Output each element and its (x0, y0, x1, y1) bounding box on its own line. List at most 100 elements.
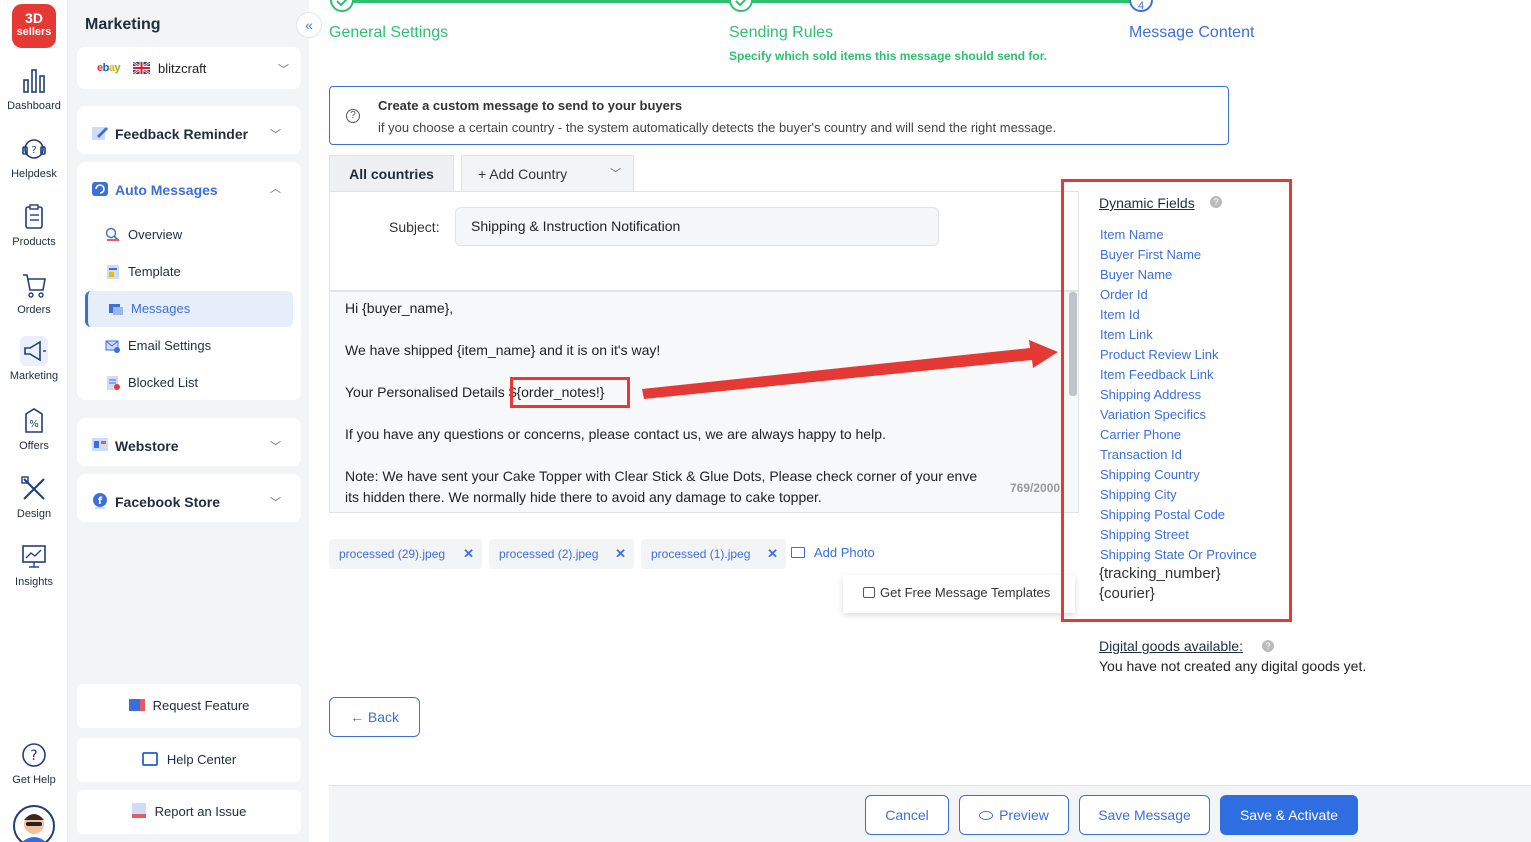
attachment-chip[interactable]: processed (29).jpeg ✕ (329, 539, 482, 569)
uk-flag-icon (133, 62, 150, 74)
attachment-chip[interactable]: processed (2).jpeg ✕ (489, 539, 634, 569)
sidebar-item-template[interactable]: Template (85, 254, 293, 290)
megaphone-icon (20, 336, 48, 366)
help-icon[interactable]: ? (1210, 196, 1222, 208)
section-auto-messages: Auto Messages ︿ Overview Template Messag… (77, 162, 301, 400)
dynamic-field-link[interactable]: Buyer Name (1100, 267, 1172, 282)
section-facebook-store[interactable]: f Facebook Store ﹀ (77, 474, 301, 522)
rail-insights[interactable]: Insights (0, 542, 68, 588)
template-icon (107, 265, 119, 279)
sidebar-item-blocked-list[interactable]: Blocked List (85, 365, 293, 401)
rail-helpdesk[interactable]: ? Helpdesk (0, 134, 68, 180)
dynamic-field-link[interactable]: Item Feedback Link (1100, 367, 1213, 382)
sidebar-item-overview[interactable]: Overview (85, 217, 293, 253)
chevron-down-icon: ﹀ (270, 129, 281, 141)
account-selector[interactable]: ebay blitzcraft ﹀ (77, 47, 301, 89)
dynamic-token[interactable]: {tracking_number} (1099, 565, 1221, 582)
auto-messages-header[interactable]: Auto Messages (115, 182, 218, 198)
sidebar-item-email-settings[interactable]: Email Settings (85, 328, 293, 364)
dynamic-field-link[interactable]: Shipping Street (1100, 527, 1189, 542)
secondary-sidebar: Marketing « ebay blitzcraft ﹀ Feedback R… (68, 0, 322, 842)
section-webstore[interactable]: Webstore ﹀ (77, 418, 301, 466)
eye-icon (979, 811, 994, 820)
subject-input[interactable]: Shipping & Instruction Notification (455, 207, 939, 246)
preview-button[interactable]: Preview (959, 795, 1069, 835)
sidebar-item-messages[interactable]: Messages (85, 291, 293, 327)
headset-icon: ? (22, 139, 46, 159)
message-body-editor[interactable]: Hi {buyer_name}, We have shipped {item_n… (329, 291, 1079, 513)
add-photo-button[interactable]: Add Photo (791, 545, 875, 560)
arrow-left-icon: ← (349, 709, 364, 725)
report-issue-icon (131, 803, 146, 818)
step-sending-rules[interactable]: Sending Rules (729, 24, 833, 42)
dynamic-field-link[interactable]: Order Id (1100, 287, 1148, 302)
help-icon[interactable]: ? (1262, 640, 1274, 652)
digital-goods-title: Digital goods available: (1099, 638, 1243, 654)
rail-marketing[interactable]: Marketing (0, 336, 68, 382)
dynamic-field-link[interactable]: Shipping Country (1100, 467, 1200, 482)
save-message-button[interactable]: Save Message (1079, 795, 1210, 835)
cancel-button[interactable]: Cancel (865, 795, 949, 835)
chevron-down-icon: ﹀ (278, 64, 289, 76)
rail-design[interactable]: Design (0, 474, 68, 520)
step-sending-subtitle: Specify which sold items this message sh… (729, 49, 1048, 63)
app-logo[interactable]: 3D sellers (12, 4, 56, 48)
character-counter: 769/2000 (1010, 481, 1061, 495)
dynamic-field-link[interactable]: Item Id (1100, 307, 1140, 322)
annotation-highlight-box (510, 377, 630, 408)
get-templates-button[interactable]: Get Free Message Templates (843, 575, 1075, 613)
question-circle-icon: ? (22, 743, 46, 767)
dynamic-token[interactable]: {courier} (1099, 585, 1155, 602)
double-chevron-left-icon: « (305, 17, 313, 33)
tab-all-countries[interactable]: All countries (329, 155, 454, 192)
info-banner: ? Create a custom message to send to you… (329, 86, 1229, 145)
svg-text:?: ? (30, 748, 37, 764)
rail-offers[interactable]: % Offers (0, 406, 68, 452)
remove-attachment-icon[interactable]: ✕ (463, 539, 474, 569)
design-tools-icon (21, 476, 45, 500)
help-center-button[interactable]: Help Center (77, 738, 301, 782)
monitor-chart-icon (22, 545, 46, 568)
step-number-badge: 4 (1129, 0, 1153, 12)
dynamic-field-link[interactable]: Shipping Address (1100, 387, 1201, 402)
dynamic-field-link[interactable]: Shipping City (1100, 487, 1177, 502)
dynamic-field-link[interactable]: Variation Specifics (1100, 407, 1206, 422)
section-feedback-reminder[interactable]: Feedback Reminder ﹀ (77, 106, 301, 154)
avatar[interactable] (12, 804, 56, 842)
messages-icon (109, 304, 123, 315)
rail-products[interactable]: Products (0, 202, 68, 248)
dynamic-field-link[interactable]: Transaction Id (1100, 447, 1182, 462)
subject-section: Subject: Shipping & Instruction Notifica… (329, 191, 1079, 291)
dynamic-field-link[interactable]: Buyer First Name (1100, 247, 1201, 262)
attachment-chip[interactable]: processed (1).jpeg ✕ (641, 539, 786, 569)
rail-orders[interactable]: Orders (0, 270, 68, 316)
remove-attachment-icon[interactable]: ✕ (615, 539, 626, 569)
request-feature-button[interactable]: Request Feature (77, 684, 301, 728)
step-message-content[interactable]: Message Content (1129, 24, 1254, 42)
dynamic-field-link[interactable]: Shipping State Or Province (1100, 547, 1257, 562)
cart-icon (23, 274, 46, 298)
step-general-settings[interactable]: General Settings (329, 24, 448, 42)
back-button[interactable]: ← Back (329, 697, 420, 737)
dynamic-field-link[interactable]: Product Review Link (1100, 347, 1219, 362)
email-gear-icon (105, 340, 120, 353)
bar-chart-icon (23, 69, 45, 93)
report-issue-button[interactable]: Report an Issue (77, 790, 301, 834)
collapse-sidebar-button[interactable]: « (296, 12, 322, 38)
rail-dashboard[interactable]: Dashboard (0, 66, 68, 112)
svg-text:%: % (29, 419, 39, 430)
rail-get-help[interactable]: ? Get Help (0, 740, 68, 786)
add-country-dropdown[interactable]: + Add Country ﹀ (461, 155, 634, 192)
save-activate-button[interactable]: Save & Activate (1220, 795, 1358, 835)
dynamic-field-link[interactable]: Carrier Phone (1100, 427, 1181, 442)
dynamic-fields-title: Dynamic Fields (1099, 195, 1195, 211)
blocked-list-icon (107, 376, 120, 390)
chevron-up-icon[interactable]: ︿ (270, 180, 281, 196)
pencil-note-icon (92, 127, 108, 140)
remove-attachment-icon[interactable]: ✕ (767, 539, 778, 569)
dynamic-field-link[interactable]: Item Link (1100, 327, 1153, 342)
chevron-down-icon: ﹀ (270, 441, 281, 453)
dynamic-field-link[interactable]: Item Name (1100, 227, 1164, 242)
dynamic-field-link[interactable]: Shipping Postal Code (1100, 507, 1225, 522)
facebook-store-icon: f (93, 493, 107, 509)
